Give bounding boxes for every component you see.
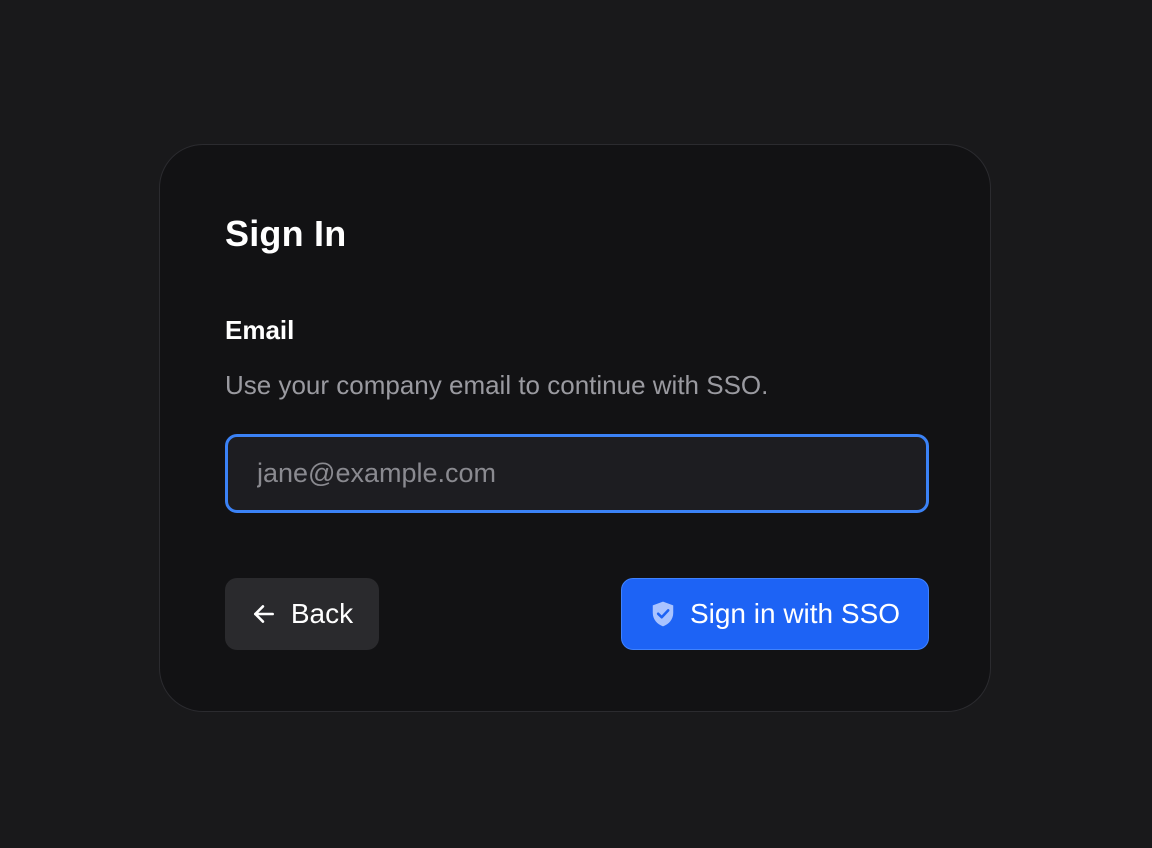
back-button[interactable]: Back <box>225 578 379 650</box>
page-title: Sign In <box>225 213 347 254</box>
sso-button-label: Sign in with SSO <box>689 598 901 629</box>
email-field[interactable] <box>225 434 929 513</box>
signin-card: Sign In Email Use your company email to … <box>159 144 991 712</box>
arrow-left-icon <box>251 601 277 627</box>
sign-in-with-sso-button[interactable]: Sign in with SSO <box>621 578 929 650</box>
shield-check-icon <box>650 600 676 628</box>
email-helper-text: Use your company email to continue with … <box>225 370 769 400</box>
email-label: Email <box>225 315 295 345</box>
back-button-label: Back <box>290 598 354 629</box>
